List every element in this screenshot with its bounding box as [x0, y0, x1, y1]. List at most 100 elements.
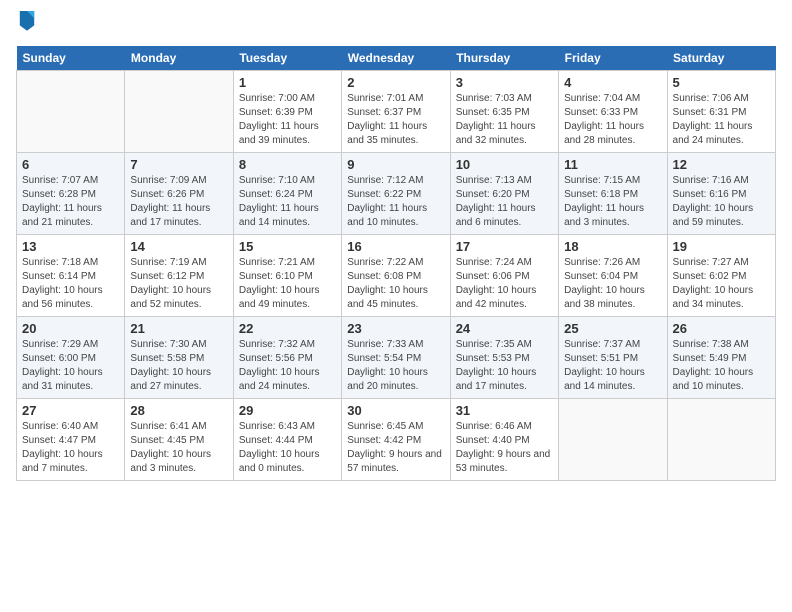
day-header-tuesday: Tuesday — [233, 46, 341, 71]
day-info: Sunrise: 7:07 AM Sunset: 6:28 PM Dayligh… — [22, 174, 119, 230]
calendar-cell: 2 Sunrise: 7:01 AM Sunset: 6:37 PM Daylig… — [342, 70, 450, 152]
calendar-cell: 7 Sunrise: 7:09 AM Sunset: 6:26 PM Daylig… — [125, 152, 233, 234]
day-info: Sunrise: 7:06 AM Sunset: 6:31 PM Dayligh… — [673, 92, 770, 148]
day-info: Sunrise: 7:33 AM Sunset: 5:54 PM Dayligh… — [347, 338, 444, 394]
day-number: 28 — [130, 403, 227, 418]
calendar-cell: 11Sunrise: 7:15 AM Sunset: 6:18 PM Dayli… — [559, 152, 667, 234]
day-info: Sunrise: 7:27 AM Sunset: 6:02 PM Dayligh… — [673, 256, 770, 312]
calendar-cell: 5 Sunrise: 7:06 AM Sunset: 6:31 PM Daylig… — [667, 70, 775, 152]
day-number: 30 — [347, 403, 444, 418]
calendar-cell: 4 Sunrise: 7:04 AM Sunset: 6:33 PM Daylig… — [559, 70, 667, 152]
calendar-cell: 30 Sunrise: 6:45 AM Sunset: 4:42 PM Dayli… — [342, 398, 450, 480]
calendar-cell: 14 Sunrise: 7:19 AM Sunset: 6:12 PM Dayli… — [125, 234, 233, 316]
day-number: 26 — [673, 321, 770, 336]
calendar-cell: 16Sunrise: 7:22 AM Sunset: 6:08 PM Dayli… — [342, 234, 450, 316]
week-row-1: 1Sunrise: 7:00 AM Sunset: 6:39 PM Daylig… — [17, 70, 776, 152]
calendar-cell: 3 Sunrise: 7:03 AM Sunset: 6:35 PM Daylig… — [450, 70, 558, 152]
day-number: 12 — [673, 157, 770, 172]
day-info: Sunrise: 7:32 AM Sunset: 5:56 PM Dayligh… — [239, 338, 336, 394]
week-row-4: 20 Sunrise: 7:29 AM Sunset: 6:00 PM Dayli… — [17, 316, 776, 398]
day-number: 16 — [347, 239, 444, 254]
calendar-cell: 22 Sunrise: 7:32 AM Sunset: 5:56 PM Dayli… — [233, 316, 341, 398]
day-number: 5 — [673, 75, 770, 90]
calendar-cell — [667, 398, 775, 480]
day-number: 10 — [456, 157, 553, 172]
day-info: Sunrise: 6:41 AM Sunset: 4:45 PM Dayligh… — [130, 420, 227, 476]
day-number: 11 — [564, 157, 661, 172]
calendar-cell: 17 Sunrise: 7:24 AM Sunset: 6:06 PM Dayli… — [450, 234, 558, 316]
calendar-cell: 28 Sunrise: 6:41 AM Sunset: 4:45 PM Dayli… — [125, 398, 233, 480]
calendar-cell: 21 Sunrise: 7:30 AM Sunset: 5:58 PM Dayli… — [125, 316, 233, 398]
day-number: 7 — [130, 157, 227, 172]
calendar-table: SundayMondayTuesdayWednesdayThursdayFrid… — [16, 46, 776, 481]
day-header-monday: Monday — [125, 46, 233, 71]
day-info: Sunrise: 7:09 AM Sunset: 6:26 PM Dayligh… — [130, 174, 227, 230]
day-number: 23 — [347, 321, 444, 336]
day-number: 18 — [564, 239, 661, 254]
calendar-cell: 24 Sunrise: 7:35 AM Sunset: 5:53 PM Dayli… — [450, 316, 558, 398]
day-number: 6 — [22, 157, 119, 172]
calendar-cell: 9Sunrise: 7:12 AM Sunset: 6:22 PM Daylig… — [342, 152, 450, 234]
day-info: Sunrise: 6:45 AM Sunset: 4:42 PM Dayligh… — [347, 420, 444, 476]
week-row-5: 27 Sunrise: 6:40 AM Sunset: 4:47 PM Dayli… — [17, 398, 776, 480]
day-number: 20 — [22, 321, 119, 336]
day-number: 31 — [456, 403, 553, 418]
calendar-cell: 20 Sunrise: 7:29 AM Sunset: 6:00 PM Dayli… — [17, 316, 125, 398]
calendar-cell — [125, 70, 233, 152]
day-info: Sunrise: 7:18 AM Sunset: 6:14 PM Dayligh… — [22, 256, 119, 312]
day-info: Sunrise: 7:30 AM Sunset: 5:58 PM Dayligh… — [130, 338, 227, 394]
day-number: 24 — [456, 321, 553, 336]
day-header-sunday: Sunday — [17, 46, 125, 71]
day-info: Sunrise: 7:38 AM Sunset: 5:49 PM Dayligh… — [673, 338, 770, 394]
day-info: Sunrise: 7:04 AM Sunset: 6:33 PM Dayligh… — [564, 92, 661, 148]
day-number: 9 — [347, 157, 444, 172]
logo-icon — [18, 9, 36, 31]
calendar-cell: 19 Sunrise: 7:27 AM Sunset: 6:02 PM Dayli… — [667, 234, 775, 316]
day-number: 21 — [130, 321, 227, 336]
logo — [16, 16, 36, 36]
day-number: 27 — [22, 403, 119, 418]
calendar-cell: 26 Sunrise: 7:38 AM Sunset: 5:49 PM Dayli… — [667, 316, 775, 398]
calendar-cell: 12 Sunrise: 7:16 AM Sunset: 6:16 PM Dayli… — [667, 152, 775, 234]
calendar-cell: 8Sunrise: 7:10 AM Sunset: 6:24 PM Daylig… — [233, 152, 341, 234]
day-info: Sunrise: 7:19 AM Sunset: 6:12 PM Dayligh… — [130, 256, 227, 312]
day-header-friday: Friday — [559, 46, 667, 71]
day-info: Sunrise: 7:16 AM Sunset: 6:16 PM Dayligh… — [673, 174, 770, 230]
day-number: 22 — [239, 321, 336, 336]
day-info: Sunrise: 6:40 AM Sunset: 4:47 PM Dayligh… — [22, 420, 119, 476]
day-number: 25 — [564, 321, 661, 336]
day-info: Sunrise: 7:03 AM Sunset: 6:35 PM Dayligh… — [456, 92, 553, 148]
calendar-cell — [559, 398, 667, 480]
calendar-header-row: SundayMondayTuesdayWednesdayThursdayFrid… — [17, 46, 776, 71]
calendar-cell: 10 Sunrise: 7:13 AM Sunset: 6:20 PM Dayli… — [450, 152, 558, 234]
day-info: Sunrise: 6:46 AM Sunset: 4:40 PM Dayligh… — [456, 420, 553, 476]
calendar-cell: 13 Sunrise: 7:18 AM Sunset: 6:14 PM Dayli… — [17, 234, 125, 316]
calendar-cell: 27 Sunrise: 6:40 AM Sunset: 4:47 PM Dayli… — [17, 398, 125, 480]
day-number: 2 — [347, 75, 444, 90]
day-number: 1 — [239, 75, 336, 90]
day-info: Sunrise: 7:35 AM Sunset: 5:53 PM Dayligh… — [456, 338, 553, 394]
day-info: Sunrise: 6:43 AM Sunset: 4:44 PM Dayligh… — [239, 420, 336, 476]
day-info: Sunrise: 7:29 AM Sunset: 6:00 PM Dayligh… — [22, 338, 119, 394]
day-info: Sunrise: 7:24 AM Sunset: 6:06 PM Dayligh… — [456, 256, 553, 312]
page-header — [16, 16, 776, 36]
day-info: Sunrise: 7:10 AM Sunset: 6:24 PM Dayligh… — [239, 174, 336, 230]
day-number: 4 — [564, 75, 661, 90]
day-info: Sunrise: 7:21 AM Sunset: 6:10 PM Dayligh… — [239, 256, 336, 312]
day-number: 14 — [130, 239, 227, 254]
calendar-cell: 29Sunrise: 6:43 AM Sunset: 4:44 PM Dayli… — [233, 398, 341, 480]
week-row-3: 13 Sunrise: 7:18 AM Sunset: 6:14 PM Dayli… — [17, 234, 776, 316]
day-number: 3 — [456, 75, 553, 90]
day-number: 13 — [22, 239, 119, 254]
day-header-thursday: Thursday — [450, 46, 558, 71]
calendar-cell: 31 Sunrise: 6:46 AM Sunset: 4:40 PM Dayli… — [450, 398, 558, 480]
day-number: 17 — [456, 239, 553, 254]
day-info: Sunrise: 7:01 AM Sunset: 6:37 PM Dayligh… — [347, 92, 444, 148]
week-row-2: 6 Sunrise: 7:07 AM Sunset: 6:28 PM Daylig… — [17, 152, 776, 234]
day-info: Sunrise: 7:13 AM Sunset: 6:20 PM Dayligh… — [456, 174, 553, 230]
calendar-cell: 6 Sunrise: 7:07 AM Sunset: 6:28 PM Daylig… — [17, 152, 125, 234]
calendar-cell: 18Sunrise: 7:26 AM Sunset: 6:04 PM Dayli… — [559, 234, 667, 316]
calendar-cell: 15Sunrise: 7:21 AM Sunset: 6:10 PM Dayli… — [233, 234, 341, 316]
calendar-cell — [17, 70, 125, 152]
day-number: 19 — [673, 239, 770, 254]
